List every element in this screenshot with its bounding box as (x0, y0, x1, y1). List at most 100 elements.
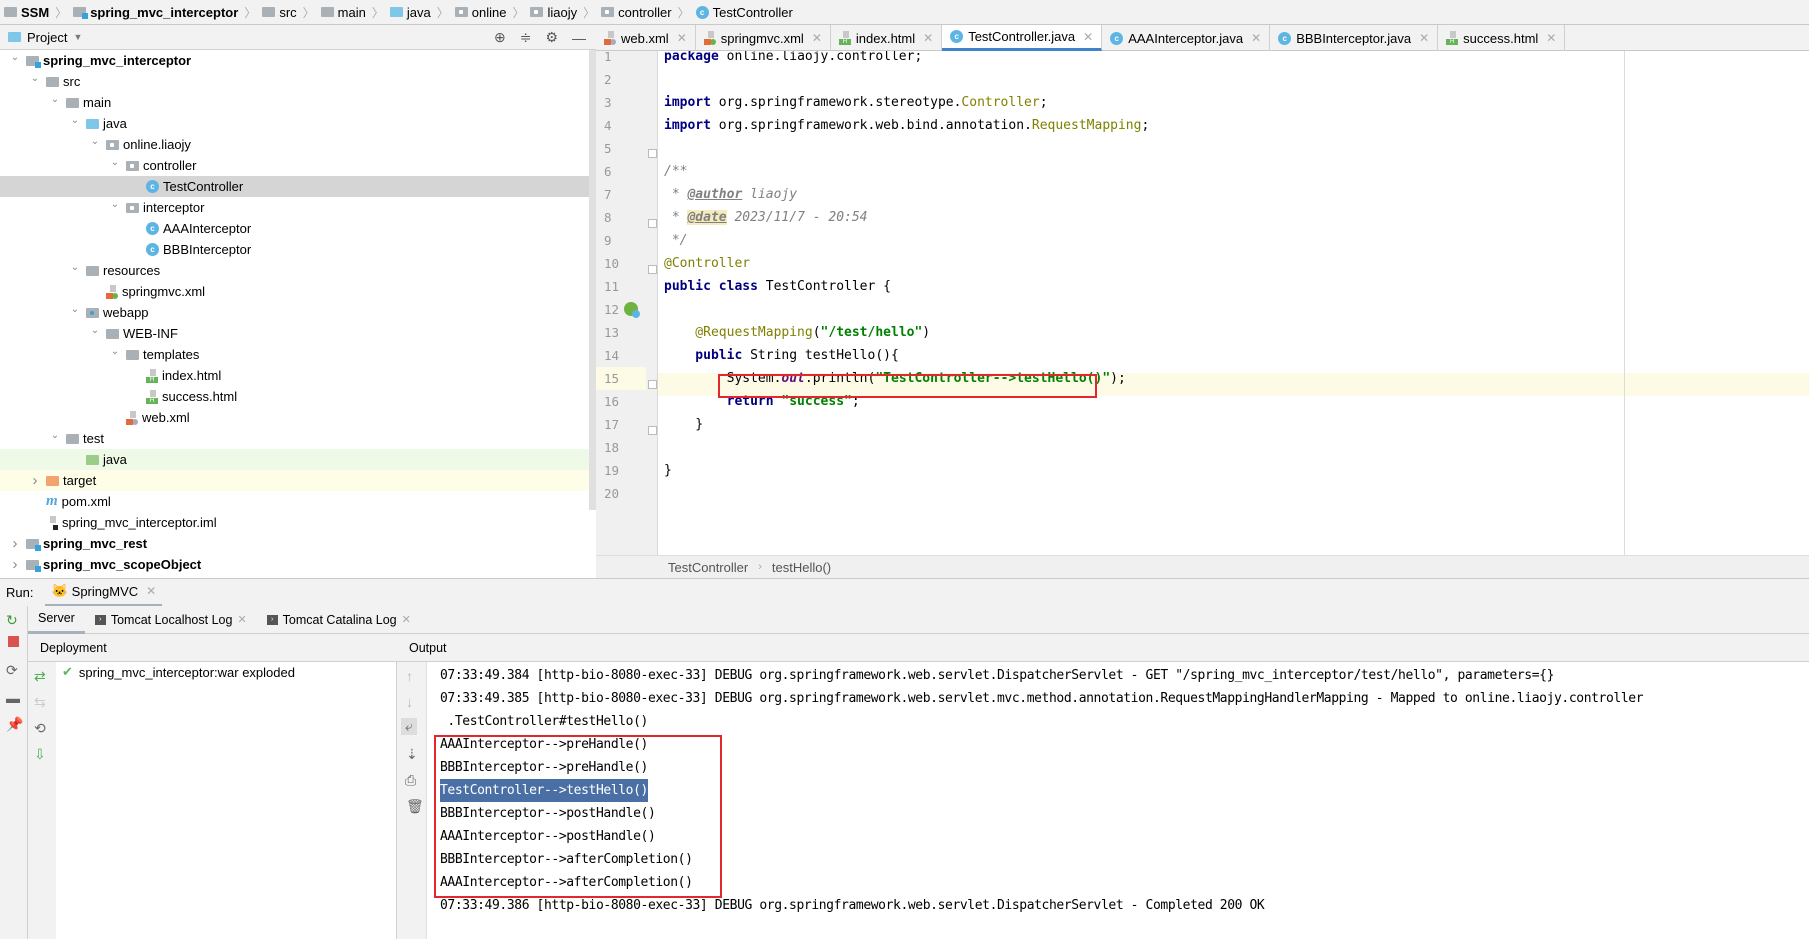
minimize-icon[interactable]: — (572, 30, 586, 46)
print-icon[interactable]: ⎙ (405, 772, 416, 789)
tree-item[interactable]: ⌄ templates (0, 344, 596, 365)
chevron-down-icon[interactable]: ⌄ (28, 73, 42, 84)
breadcrumb-item[interactable]: c TestController (695, 5, 793, 20)
deployment-item[interactable]: ✔ spring_mvc_interceptor:war exploded (62, 664, 295, 680)
close-icon[interactable]: ✕ (1419, 31, 1429, 45)
close-icon[interactable]: ✕ (923, 31, 933, 45)
update-icon[interactable]: ⟳ (6, 662, 18, 679)
editor-tab[interactable]: springmvc.xml ✕ (696, 25, 831, 51)
tree-item[interactable]: ⌄ main (0, 92, 596, 113)
refresh-icon[interactable]: ⟲ (34, 720, 46, 737)
chevron-down-icon[interactable]: ⌄ (48, 430, 62, 441)
server-sub-tab[interactable]: › Tomcat Localhost Log ✕ (85, 606, 257, 634)
locate-icon[interactable]: ⊕ (494, 29, 506, 46)
chevron-down-icon[interactable]: ⌄ (88, 136, 102, 147)
tree-item[interactable]: ⌄ WEB-INF (0, 323, 596, 344)
breadcrumb-item[interactable]: controller (601, 5, 672, 20)
editor-tab[interactable]: index.html ✕ (831, 25, 943, 51)
tree-item[interactable]: › target (0, 470, 596, 491)
chevron-right-icon[interactable]: › (8, 556, 22, 573)
tree-item[interactable]: ⌄ online.liaojy (0, 134, 596, 155)
chevron-down-icon[interactable]: ⌄ (108, 199, 122, 210)
editor-tab[interactable]: c TestController.java ✕ (942, 25, 1103, 51)
scroll-to-end-icon[interactable]: ⇣ (406, 746, 418, 763)
tree-item[interactable]: spring_mvc_interceptor.iml (0, 512, 596, 533)
soft-wrap-icon[interactable]: ⤶ (401, 718, 417, 735)
close-icon[interactable]: ✕ (1083, 30, 1093, 44)
spring-bean-gutter-icon[interactable] (624, 302, 640, 318)
tree-item[interactable]: ⌄ interceptor (0, 197, 596, 218)
tree-item[interactable]: c BBBInterceptor (0, 239, 596, 260)
gear-icon[interactable]: ⚙ (545, 29, 558, 46)
chevron-right-icon[interactable]: › (28, 472, 42, 489)
project-tree-scrollbar[interactable] (589, 50, 596, 510)
close-icon[interactable]: ✕ (677, 31, 687, 45)
tree-item[interactable]: ⌄ resources (0, 260, 596, 281)
tree-item[interactable]: ⌄ test (0, 428, 596, 449)
tree-item[interactable]: success.html (0, 386, 596, 407)
close-icon[interactable]: ✕ (1251, 31, 1261, 45)
tree-item[interactable]: web.xml (0, 407, 596, 428)
server-sub-tab[interactable]: › Tomcat Catalina Log ✕ (257, 606, 421, 634)
close-icon[interactable]: ✕ (812, 31, 822, 45)
fold-icon[interactable] (648, 149, 657, 158)
deploy-icon[interactable]: ⇄ (34, 668, 46, 685)
tree-item[interactable]: ⌄ java (0, 113, 596, 134)
breadcrumb-item[interactable]: main (320, 5, 366, 20)
chevron-down-icon[interactable]: ⌄ (108, 157, 122, 168)
chevron-down-icon[interactable]: ⌄ (68, 304, 82, 315)
tree-item[interactable]: m pom.xml (0, 491, 596, 512)
tree-item[interactable]: ⌄ src (0, 71, 596, 92)
tree-item[interactable]: java (0, 449, 596, 470)
tree-item[interactable]: ⌄ controller (0, 155, 596, 176)
fold-icon[interactable] (648, 265, 657, 274)
run-config-tab[interactable]: 🐱 SpringMVC ✕ (45, 579, 163, 607)
tree-item[interactable]: c AAAInterceptor (0, 218, 596, 239)
fold-icon[interactable] (648, 426, 657, 435)
breadcrumb-item[interactable]: online (454, 5, 506, 20)
editor-tab[interactable]: web.xml ✕ (596, 25, 696, 51)
scroll-down-icon[interactable]: ↓ (406, 694, 413, 710)
chevron-down-icon[interactable]: ⌄ (48, 94, 62, 105)
layout-icon[interactable]: ▬ (6, 690, 20, 706)
breadcrumb-item[interactable]: liaojy (530, 5, 577, 20)
editor-breadcrumb-class[interactable]: TestController (668, 560, 748, 575)
project-view-selector[interactable]: Project (27, 30, 67, 45)
collapse-all-icon[interactable]: ≑ (520, 29, 532, 46)
chevron-down-icon[interactable]: ▼ (73, 32, 82, 42)
tree-item[interactable]: › spring_mvc_rest (0, 533, 596, 554)
chevron-down-icon[interactable]: ⌄ (88, 325, 102, 336)
trash-icon[interactable]: 🗑 (406, 798, 424, 815)
tree-item[interactable]: index.html (0, 365, 596, 386)
scroll-up-icon[interactable]: ↑ (406, 668, 413, 684)
tree-item[interactable]: springmvc.xml (0, 281, 596, 302)
editor-tab[interactable]: success.html ✕ (1438, 25, 1566, 51)
undeploy-icon[interactable]: ⇆ (34, 694, 46, 711)
close-icon[interactable]: ✕ (1546, 31, 1556, 45)
tree-item[interactable]: ⌄ spring_mvc_interceptor (0, 50, 596, 71)
breadcrumb-item[interactable]: spring_mvc_interceptor (73, 5, 238, 20)
editor-breadcrumb-method[interactable]: testHello() (772, 560, 831, 575)
tree-item[interactable]: ⌄ webapp (0, 302, 596, 323)
chevron-down-icon[interactable]: ⌄ (68, 262, 82, 273)
breadcrumb-item[interactable]: src (262, 5, 297, 20)
close-icon[interactable]: ✕ (237, 613, 246, 626)
pin-icon[interactable]: 📌 (6, 716, 23, 733)
close-icon[interactable]: ✕ (146, 584, 156, 598)
breadcrumb-item[interactable]: java (389, 5, 431, 20)
code-editor[interactable]: 1 2 3 4 5 6 7 8 9 10 11 12 13 14 15 16 17 18 19 20 package … (596, 51, 1809, 555)
tree-item[interactable]: c TestController (0, 176, 596, 197)
server-sub-tab[interactable]: Server (28, 606, 85, 634)
fold-icon[interactable] (648, 219, 657, 228)
chevron-right-icon[interactable]: › (8, 535, 22, 552)
editor-tab[interactable]: c AAAInterceptor.java ✕ (1102, 25, 1271, 51)
breadcrumb-item[interactable]: SSM (4, 5, 49, 20)
chevron-down-icon[interactable]: ⌄ (68, 115, 82, 126)
fold-icon[interactable] (648, 380, 657, 389)
editor-tab[interactable]: c BBBInterceptor.java ✕ (1270, 25, 1439, 51)
console-output[interactable]: 07:33:49.384 [http-bio-8080-exec-33] DEB… (427, 662, 1809, 939)
close-icon[interactable]: ✕ (402, 613, 411, 626)
chevron-down-icon[interactable]: ⌄ (8, 52, 22, 63)
deploy-all-icon[interactable]: ⇩ (34, 746, 46, 763)
chevron-down-icon[interactable]: ⌄ (108, 346, 122, 357)
